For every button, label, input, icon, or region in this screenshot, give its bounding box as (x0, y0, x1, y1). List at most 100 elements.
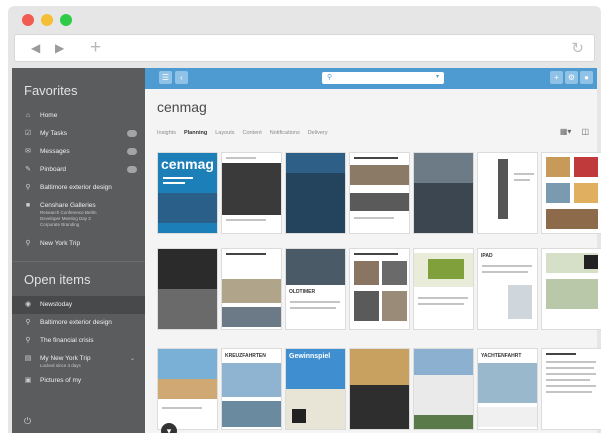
open-items-title: Open items (24, 272, 91, 287)
page-thumbnail[interactable] (285, 152, 346, 234)
chevron-down-icon[interactable]: ⌄ (130, 355, 135, 363)
main-panel: ☰ ‹ ⚲ ▾ + ⚙ ● cenmag Insights Planning L… (145, 68, 601, 433)
sidebar-item-censhare-galleries[interactable]: ■ Censhare Galleries Research Conference… (12, 197, 145, 235)
page-thumbnail[interactable] (349, 152, 410, 234)
tab-insights[interactable]: Insights (157, 130, 176, 136)
page-thumbnail[interactable]: IPAD (477, 248, 538, 330)
page-thumbnail[interactable] (413, 348, 474, 430)
count-badge (127, 148, 137, 155)
sidebar-divider (12, 261, 145, 262)
sidebar-item-messages[interactable]: ✉ Messages (12, 143, 145, 161)
page-thumbnail[interactable] (413, 248, 474, 330)
thumbnail-caption: OLDTIMER (289, 289, 316, 295)
menu-icon: ☰ (161, 73, 170, 82)
tab-delivery[interactable]: Delivery (308, 130, 328, 136)
add-button[interactable]: + (550, 71, 563, 84)
user-icon: ● (584, 73, 589, 82)
page-thumbnail[interactable] (349, 348, 410, 430)
top-toolbar: ☰ ‹ ⚲ ▾ + ⚙ ● (145, 68, 597, 89)
sidebar-item-label: The financial crisis (40, 337, 94, 344)
page-thumbnail[interactable] (541, 248, 601, 330)
page-thumbnail[interactable] (541, 348, 601, 430)
count-badge (127, 166, 137, 173)
settings-button[interactable]: ⚙ (565, 71, 578, 84)
count-badge (127, 130, 137, 137)
sidebar-item-label: My Tasks (40, 130, 67, 137)
sidebar-item-label: Messages (40, 148, 70, 155)
search-icon: ⚲ (25, 337, 31, 344)
search-input[interactable]: ⚲ ▾ (322, 72, 444, 84)
page-thumbnail[interactable] (349, 248, 410, 330)
sidebar-item-label: Newstoday (40, 301, 73, 308)
sidebar-item-label: Baltimore exterior design (40, 319, 112, 326)
sidebar-item-sublabel: Corporate Branding (40, 222, 80, 227)
scroll-down-button[interactable]: ▾ (161, 423, 177, 433)
open-items-list: ◉ Newstoday ⚲ Baltimore exterior design … (12, 296, 145, 390)
sidebar-item-my-tasks[interactable]: ☑ My Tasks (12, 125, 145, 143)
sidebar-item-new-york-trip[interactable]: ⚲ New York Trip (12, 235, 145, 253)
messages-icon: ✉ (25, 148, 31, 155)
page-thumbnail[interactable] (477, 152, 538, 234)
circle-icon: ◉ (24, 301, 32, 308)
sidebar-item-my-new-york-trip[interactable]: ▤ My New York Trip Locked since 3 days ⌄ (12, 350, 145, 372)
tab-content[interactable]: Content (242, 130, 261, 136)
power-icon[interactable]: ⏻ (24, 416, 31, 427)
search-icon: ⚲ (25, 319, 31, 326)
chevron-down-icon[interactable]: ▾ (436, 73, 439, 80)
back-arrow-icon[interactable]: ◀ (31, 41, 40, 55)
page-thumbnail[interactable] (221, 248, 282, 330)
pin-icon: ✎ (25, 166, 31, 173)
sidebar-item-label: Pinboard (40, 166, 67, 173)
tab-planning[interactable]: Planning (184, 130, 207, 136)
thumbnail-caption: Gewinnspiel (289, 353, 331, 360)
menu-button[interactable]: ☰ (159, 71, 172, 84)
sidebar-item-baltimore[interactable]: ⚲ Baltimore exterior design (12, 179, 145, 197)
close-window-button[interactable] (22, 14, 34, 26)
page-thumbnail[interactable]: cenmag (157, 152, 218, 234)
panel-toggle-icon[interactable]: ◫ (581, 127, 589, 136)
page-thumbnail[interactable]: Gewinnspiel (285, 348, 346, 430)
sidebar-item-label: Home (40, 112, 58, 119)
home-icon: ⌂ (25, 112, 31, 119)
page-thumbnail[interactable] (541, 152, 601, 234)
collapse-sidebar-button[interactable]: ‹ (175, 71, 188, 84)
thumbnail-caption: IPAD (481, 253, 493, 259)
sidebar-item-newstoday[interactable]: ◉ Newstoday (12, 296, 145, 314)
sidebar-item-home[interactable]: ⌂ Home (12, 107, 145, 125)
plus-icon[interactable]: + (90, 37, 101, 59)
tab-notifications[interactable]: Notifications (270, 130, 300, 136)
sidebar-item-pictures[interactable]: ▣ Pictures of my (12, 372, 145, 390)
page-thumbnail[interactable] (413, 152, 474, 234)
thumbnail-caption: YACHTENFAHRT (481, 353, 522, 359)
page-thumbnail[interactable] (157, 248, 218, 330)
reload-icon[interactable]: ↻ (571, 39, 584, 57)
address-bar[interactable]: ◀ ▶ + ↻ (14, 34, 595, 62)
forward-arrow-icon[interactable]: ▶ (55, 41, 64, 55)
sidebar-item-label: Pictures of my (40, 377, 82, 384)
page-thumbnail[interactable] (157, 348, 218, 430)
zoom-window-button[interactable] (60, 14, 72, 26)
user-button[interactable]: ● (580, 71, 593, 84)
sidebar-item-baltimore-open[interactable]: ⚲ Baltimore exterior design (12, 314, 145, 332)
page-thumbnail[interactable]: KREUZFAHRTEN (221, 348, 282, 430)
favorites-title: Favorites (24, 83, 78, 98)
sidebar-item-label: New York Trip (40, 240, 81, 247)
sidebar-item-pinboard[interactable]: ✎ Pinboard (12, 161, 145, 179)
grid-view-icon[interactable]: ▦▾ (560, 127, 572, 136)
image-icon: ▣ (24, 377, 32, 384)
sidebar-item-financial-crisis[interactable]: ⚲ The financial crisis (12, 332, 145, 350)
page-title: cenmag (157, 99, 207, 115)
plus-icon: + (554, 73, 559, 82)
window-controls (22, 14, 72, 26)
page-thumbnail[interactable]: YACHTENFAHRT (477, 348, 538, 430)
gear-icon: ⚙ (567, 73, 576, 82)
page-thumbnail[interactable]: OLDTIMER (285, 248, 346, 330)
doc-icon: ▤ (24, 355, 32, 362)
browser-window: ◀ ▶ + ↻ Favorites ⌂ Home ☑ My Tasks ✉ Me… (8, 6, 601, 433)
page-thumbnail[interactable] (221, 152, 282, 234)
tab-layouts[interactable]: Layouts (215, 130, 234, 136)
minimize-window-button[interactable] (41, 14, 53, 26)
sidebar-item-label: Baltimore exterior design (40, 184, 112, 191)
search-icon: ⚲ (25, 184, 31, 191)
sidebar-item-label: My New York Trip (40, 355, 91, 362)
